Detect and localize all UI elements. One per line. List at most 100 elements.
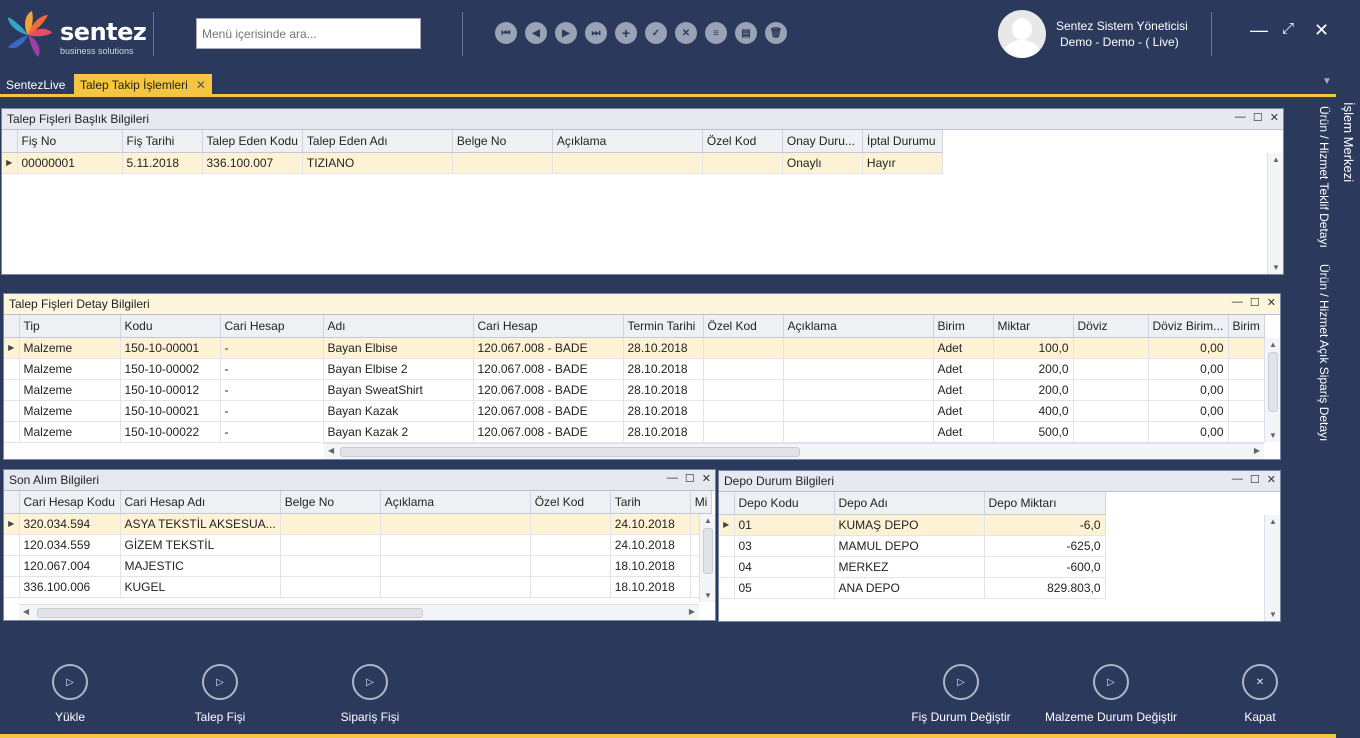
panel-close-icon[interactable]: ✕ [702,472,711,485]
cell[interactable] [530,555,611,577]
panel-minimize-icon[interactable]: — [1232,296,1243,309]
cell[interactable]: -600,0 [984,556,1106,578]
cell[interactable]: 320.034.594 [19,513,121,535]
cell[interactable]: 150-10-00012 [120,379,221,401]
cell[interactable]: 500,0 [993,421,1074,443]
column-header[interactable]: Birim [1228,315,1265,338]
scroll-thumb[interactable] [37,608,423,618]
card-view-icon[interactable]: ▤ [735,22,757,44]
cell[interactable] [783,379,934,401]
cell[interactable]: Adet [933,379,994,401]
table-row[interactable]: Malzeme 150-10-00021- Bayan Kazak 120.067.0… [4,400,1265,422]
column-header[interactable]: Termin Tarihi [623,315,704,338]
table-row[interactable]: ▶ 320.034.594 ASYA TEKSTİL AKSESUA... 24.10… [4,513,713,535]
column-header[interactable]: Talep Eden Adı [302,130,453,153]
table-row[interactable]: ▶ Malzeme 150-10-00001- Bayan Elbise 120.067… [4,337,1265,359]
cell[interactable] [452,152,553,174]
cell[interactable]: TIZIANO [302,152,453,174]
column-header[interactable]: Depo Adı [834,492,985,515]
cell[interactable] [783,358,934,380]
cell[interactable] [703,400,784,422]
cell[interactable] [280,513,381,535]
cell[interactable]: 0,00 [1148,358,1229,380]
cell[interactable]: 0,00 [1148,337,1229,359]
panel-maximize-icon[interactable]: ☐ [1250,473,1260,486]
add-record-icon[interactable]: + [615,22,637,44]
cell[interactable] [1073,358,1149,380]
cell[interactable]: 28.10.2018 [623,400,704,422]
cell[interactable]: 150-10-00001 [120,337,221,359]
cell[interactable]: Adet [933,358,994,380]
cell[interactable]: 120.067.008 - BADE [473,379,624,401]
scroll-up-icon[interactable]: ▲ [700,516,716,525]
panel-close-icon[interactable]: ✕ [1267,473,1276,486]
table-row[interactable]: Malzeme 150-10-00002- Bayan Elbise 2 120.06… [4,358,1265,380]
table-row[interactable]: ▶ 01 KUMAŞ DEPO -6,0 [719,514,1106,536]
cell[interactable]: 829.803,0 [984,577,1106,599]
panel-close-icon[interactable]: ✕ [1270,111,1279,124]
cell[interactable]: Bayan Elbise 2 [323,358,474,380]
scroll-up-icon[interactable]: ▲ [1265,517,1281,526]
cell[interactable]: 200,0 [993,379,1074,401]
column-header[interactable]: Adı [323,315,474,338]
column-header[interactable]: Cari Hesap Adı [120,491,281,514]
table-row[interactable]: Malzeme 150-10-00012- Bayan SweatShirt 120.… [4,379,1265,401]
cell[interactable]: - [220,358,324,380]
vertical-scrollbar[interactable]: ▲ ▼ [1267,153,1283,274]
cancel-x-icon[interactable]: ✕ [675,22,697,44]
cell[interactable]: MAJESTIC [120,555,281,577]
vertical-scrollbar[interactable]: ▲ ▼ [1264,338,1280,442]
cell[interactable]: 24.10.2018 [610,534,691,556]
cell[interactable]: Bayan Kazak [323,400,474,422]
cell[interactable]: 120.067.008 - BADE [473,337,624,359]
cell[interactable] [380,576,531,598]
column-header[interactable]: Belge No [280,491,381,514]
cell[interactable]: Malzeme [19,400,121,422]
cell[interactable] [380,534,531,556]
cell[interactable]: 5.11.2018 [122,152,203,174]
cell[interactable]: 120.067.004 [19,555,121,577]
cell[interactable]: 28.10.2018 [623,379,704,401]
cell[interactable]: Adet [933,400,994,422]
horizontal-scrollbar[interactable]: ◀ ▶ [324,443,1264,459]
cell[interactable] [783,400,934,422]
column-header[interactable]: Birim [933,315,994,338]
scroll-thumb[interactable] [703,528,713,574]
scroll-left-icon[interactable]: ◀ [328,446,334,455]
cell[interactable]: -625,0 [984,535,1106,557]
cell[interactable] [1073,421,1149,443]
cell[interactable]: MERKEZ [834,556,985,578]
cell[interactable]: Malzeme [19,337,121,359]
scroll-down-icon[interactable]: ▼ [1268,263,1284,272]
cell[interactable] [1073,379,1149,401]
first-record-icon[interactable]: ⏮ [495,22,517,44]
cell[interactable]: 120.067.008 - BADE [473,358,624,380]
cell[interactable]: Adet [933,337,994,359]
last-record-icon[interactable]: ⏭ [585,22,607,44]
column-header[interactable]: Mi [690,491,713,514]
cell[interactable]: 04 [734,556,835,578]
scroll-left-icon[interactable]: ◀ [23,607,29,616]
scroll-up-icon[interactable]: ▲ [1268,155,1284,164]
column-header[interactable]: Cari Hesap [473,315,624,338]
cell[interactable]: 120.067.008 - BADE [473,421,624,443]
cell[interactable] [530,576,611,598]
approve-check-icon[interactable]: ✓ [645,22,667,44]
scroll-right-icon[interactable]: ▶ [689,607,695,616]
cell[interactable]: 18.10.2018 [610,576,691,598]
change-material-status-button[interactable]: ▷ Malzeme Durum Değiştir [1040,664,1182,724]
tab-talep-takip[interactable]: Talep Takip İşlemleri ✕ [74,74,212,95]
panel-maximize-icon[interactable]: ☐ [1250,296,1260,309]
cell[interactable]: 28.10.2018 [623,337,704,359]
cell[interactable]: 00000001 [17,152,123,174]
column-header[interactable]: Depo Miktarı [984,492,1106,515]
cell[interactable]: - [220,400,324,422]
close-button[interactable]: ✕ Kapat [1230,664,1290,724]
table-row[interactable]: 120.067.004 MAJESTIC 18.10.2018 [4,555,713,577]
column-header[interactable]: Özel Kod [702,130,783,153]
column-header[interactable]: İptal Durumu [862,130,943,153]
cell[interactable]: ASYA TEKSTİL AKSESUA... [120,513,281,535]
tab-close-icon[interactable]: ✕ [196,78,206,92]
order-slip-button[interactable]: ▷ Sipariş Fişi [330,664,410,724]
cell[interactable]: Bayan Elbise [323,337,474,359]
